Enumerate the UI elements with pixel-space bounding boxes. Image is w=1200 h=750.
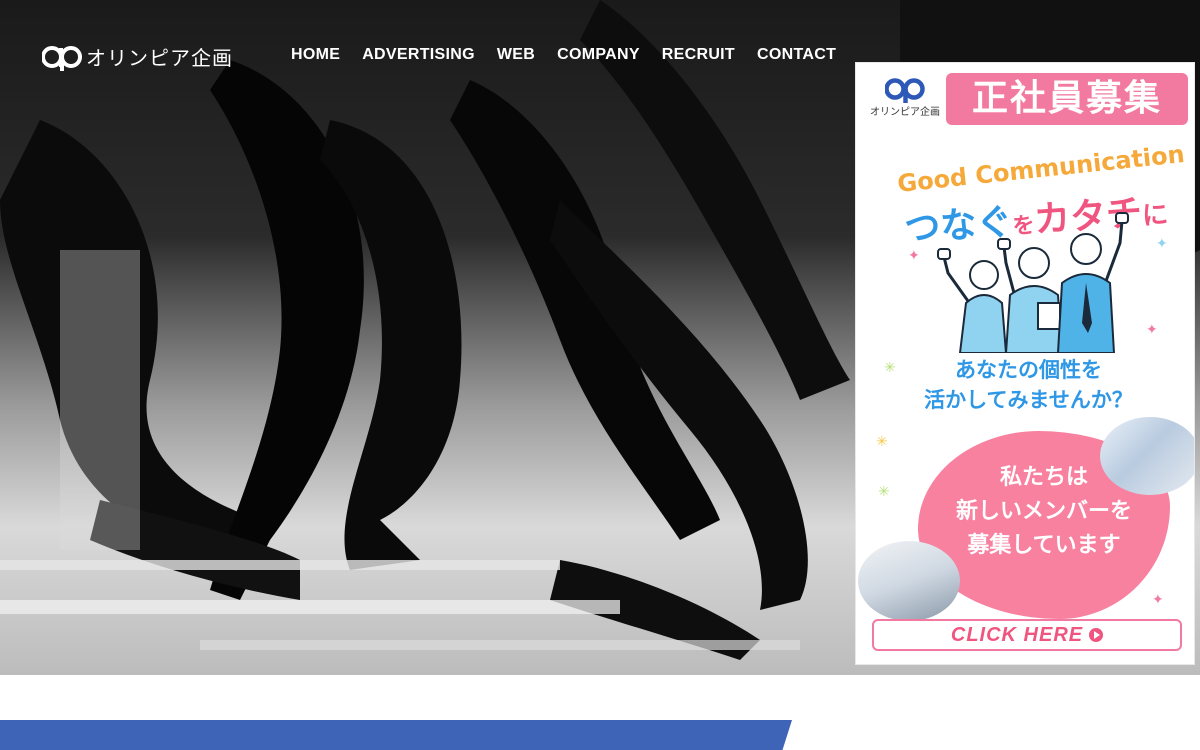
sparkle-icon: ✦: [1152, 591, 1164, 607]
site-logo[interactable]: オリンピア企画: [42, 42, 233, 71]
sparkle-icon: ✦: [908, 247, 920, 263]
logo-mark-icon: [42, 45, 82, 71]
question-line-2: 活かしてみませんか？: [924, 388, 1133, 412]
click-here-label: CLICK HERE: [950, 623, 1084, 646]
team-cheering-illustration: [937, 212, 1129, 353]
sparkle-icon: ✦: [1156, 235, 1168, 251]
banner-logo: オリンピア企画: [870, 75, 940, 118]
nav-company[interactable]: COMPANY: [546, 46, 651, 64]
banner-logo-name: オリンピア企画: [870, 107, 940, 118]
nav-contact[interactable]: CONTACT: [746, 46, 847, 64]
sparkle-icon: ✳: [878, 483, 890, 499]
recruit-badge: 正社員募集: [946, 73, 1188, 125]
question-line-1: あなたの個性を: [955, 358, 1102, 382]
nav-web[interactable]: WEB: [486, 46, 546, 64]
banner-question: あなたの個性を 活かしてみませんか？: [876, 355, 1181, 415]
message-line-1: 私たちは: [999, 465, 1088, 490]
banner-logo-mark-icon: [885, 78, 925, 103]
nav-home[interactable]: HOME: [280, 46, 351, 64]
message-line-3: 募集しています: [967, 533, 1121, 558]
play-arrow-icon: [1089, 628, 1104, 642]
logo-text: オリンピア企画: [86, 46, 233, 70]
sparkle-icon: ✳: [876, 433, 888, 449]
click-here-button[interactable]: CLICK HERE: [872, 619, 1182, 651]
nav-advertising[interactable]: ADVERTISING: [351, 46, 486, 64]
main-nav: HOME ADVERTISING WEB COMPANY RECRUIT CON…: [280, 46, 847, 64]
section-band: [0, 720, 792, 750]
recruit-banner[interactable]: オリンピア企画 正社員募集 Good Communication つなぐをカタチ…: [855, 62, 1195, 665]
headline-part-4: に: [1141, 199, 1170, 232]
sparkle-icon: ✦: [1146, 321, 1158, 337]
banner-message: 私たちは 新しいメンバーを 募集しています: [918, 461, 1170, 563]
nav-recruit[interactable]: RECRUIT: [651, 46, 746, 64]
message-line-2: 新しいメンバーを: [955, 499, 1132, 524]
